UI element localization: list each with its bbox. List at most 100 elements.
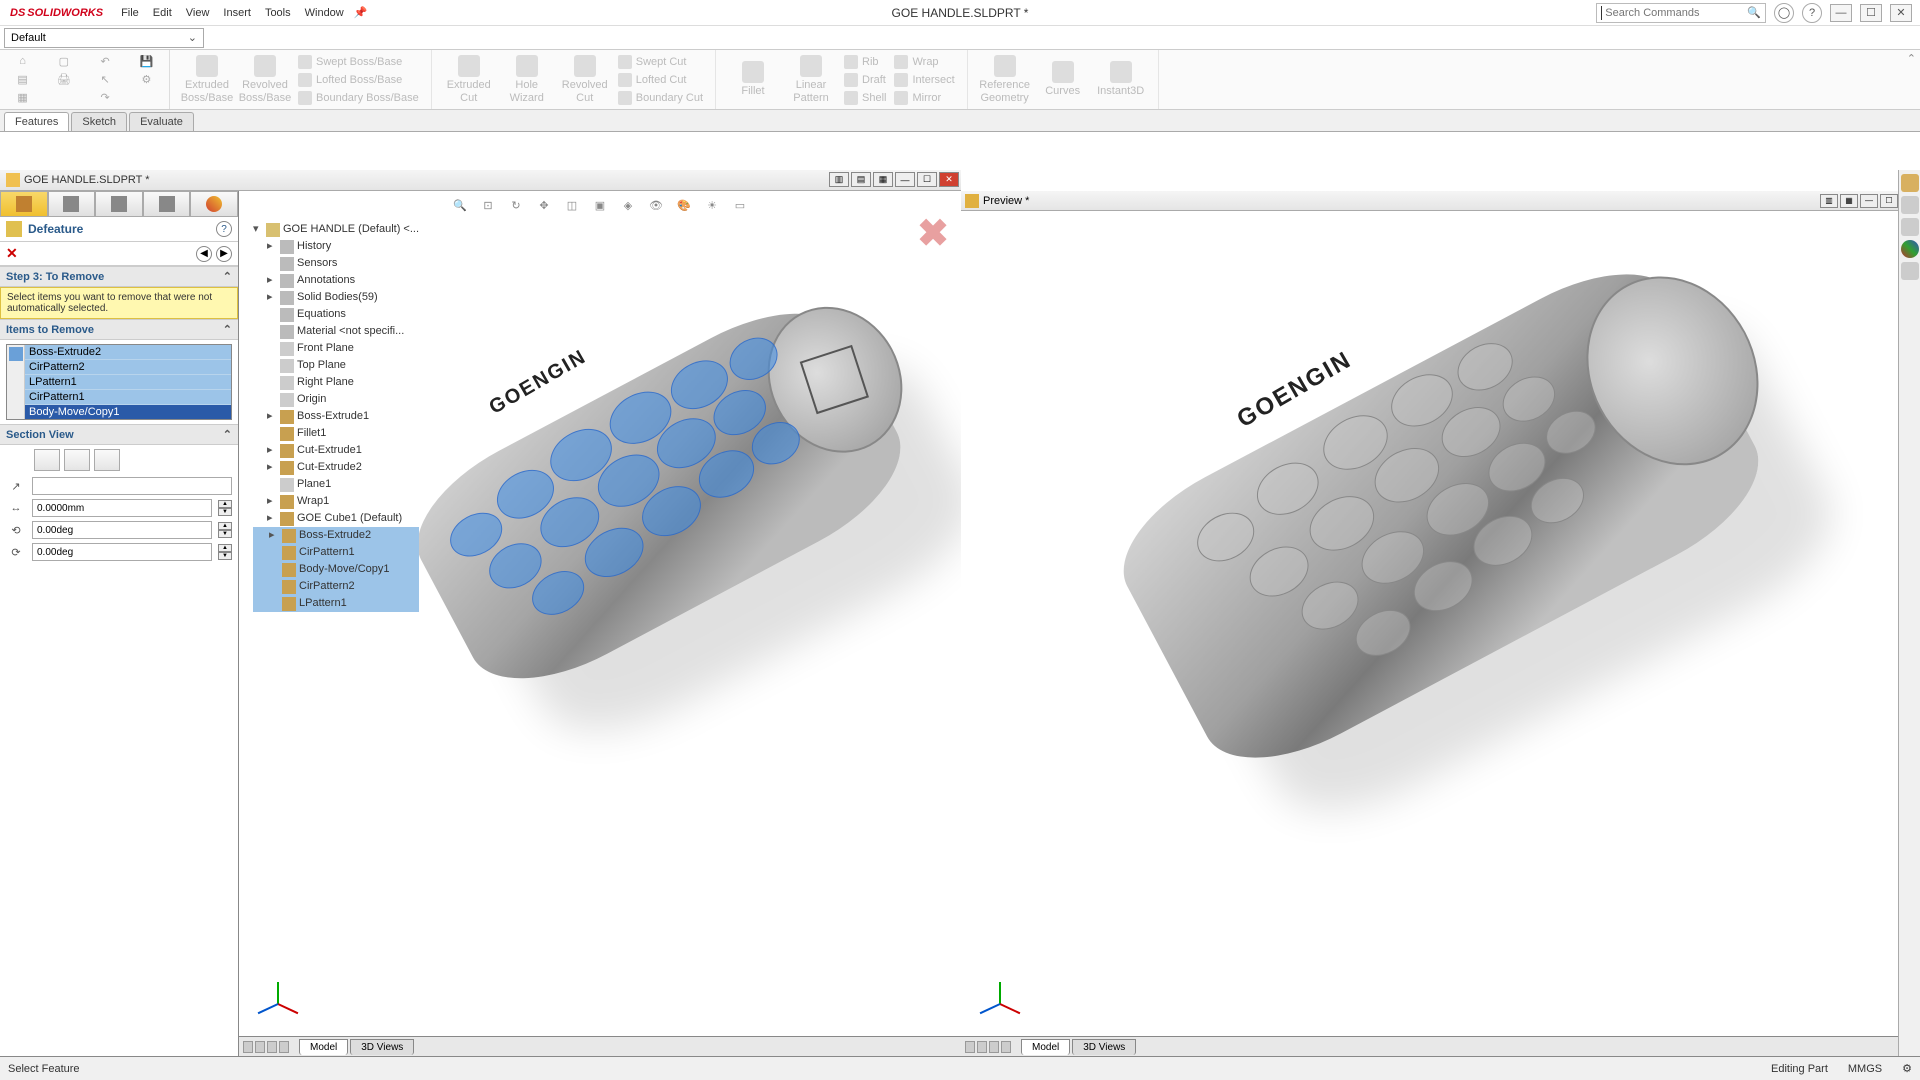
btab-model[interactable]: Model (299, 1039, 348, 1055)
expand-icon[interactable]: ▸ (267, 238, 277, 255)
ribbon-collapse-icon[interactable]: ⌃ (1907, 52, 1916, 65)
tree-item[interactable]: CirPattern2 (299, 578, 355, 595)
menu-edit[interactable]: Edit (153, 7, 172, 19)
zoom-area-icon[interactable]: ⊡ (477, 195, 499, 215)
document-tab-name[interactable]: GOE HANDLE.SLDPRT * (24, 174, 150, 186)
search-commands-box[interactable]: 🔍 (1596, 3, 1766, 23)
doc-close-icon[interactable]: ✕ (939, 172, 959, 187)
tree-item[interactable]: Boss-Extrude2 (299, 527, 371, 544)
expand-icon[interactable]: ▸ (267, 510, 277, 527)
appearance-icon[interactable]: 🎨 (673, 195, 695, 215)
tree-item[interactable]: CirPattern1 (299, 544, 355, 561)
qa-redo-icon[interactable]: ↷ (86, 90, 125, 106)
tree-item[interactable]: Material <not specifi... (297, 323, 404, 340)
wrap-button[interactable]: Wrap (890, 54, 958, 70)
shell-button[interactable]: Shell (840, 90, 890, 106)
tree-item[interactable]: Boss-Extrude1 (297, 408, 369, 425)
tree-item[interactable]: Body-Move/Copy1 (299, 561, 390, 578)
status-units[interactable]: MMGS (1848, 1063, 1882, 1075)
tree-item[interactable]: History (297, 238, 331, 255)
plane-select-icon[interactable]: ↗ (6, 477, 26, 495)
btab-3dviews[interactable]: 3D Views (1072, 1039, 1136, 1055)
qa-undo-icon[interactable]: ↶ (86, 53, 125, 69)
close-button[interactable]: ✕ (1890, 4, 1912, 22)
fillet-button[interactable]: Fillet (724, 61, 782, 97)
tree-item[interactable]: Sensors (297, 255, 337, 272)
items-to-remove-list[interactable]: Boss-Extrude2 CirPattern2 LPattern1 CirP… (6, 344, 232, 420)
preview-triad[interactable] (981, 966, 1021, 1006)
spin-up-icon[interactable]: ▲ (218, 522, 232, 530)
spin-down-icon[interactable]: ▼ (218, 530, 232, 538)
list-item[interactable]: CirPattern1 (25, 390, 231, 405)
expand-icon[interactable]: ▸ (267, 442, 277, 459)
menu-tools[interactable]: Tools (265, 7, 291, 19)
pm-items-header[interactable]: Items to Remove ⌃ (0, 319, 238, 340)
view-orient-icon[interactable]: ◈ (617, 195, 639, 215)
fm-tab-dim[interactable] (143, 191, 191, 216)
extruded-cut-button[interactable]: Extruded Cut (440, 55, 498, 103)
display-style-icon[interactable]: ▣ (589, 195, 611, 215)
list-item[interactable]: LPattern1 (25, 375, 231, 390)
tree-item[interactable]: Annotations (297, 272, 355, 289)
tree-item[interactable]: Right Plane (297, 374, 354, 391)
task-home-icon[interactable] (1901, 174, 1919, 192)
preview-cylinder-body[interactable] (1099, 242, 1783, 789)
intersect-button[interactable]: Intersect (890, 72, 958, 88)
menu-window[interactable]: Window (305, 7, 344, 19)
menu-view[interactable]: View (186, 7, 210, 19)
status-gear-icon[interactable]: ⚙ (1902, 1062, 1912, 1075)
maximize-button[interactable]: ☐ (1860, 4, 1882, 22)
preview-max-icon[interactable]: ☐ (1880, 194, 1898, 208)
pm-cancel-icon[interactable]: ✕ (6, 245, 18, 262)
expand-icon[interactable]: ▸ (269, 527, 279, 544)
spin-up-icon[interactable]: ▲ (218, 544, 232, 552)
view-triad[interactable] (259, 966, 299, 1006)
expand-icon[interactable]: ▾ (253, 221, 263, 238)
tab-features[interactable]: Features (4, 112, 69, 131)
tree-item[interactable]: Origin (297, 391, 326, 408)
hole-wizard-button[interactable]: Hole Wizard (498, 55, 556, 103)
user-icon[interactable]: ◯ (1774, 3, 1794, 23)
lofted-cut-button[interactable]: Lofted Cut (614, 72, 707, 88)
boundary-cut-button[interactable]: Boundary Cut (614, 90, 707, 106)
swept-boss-button[interactable]: Swept Boss/Base (294, 54, 423, 70)
scene-icon[interactable]: ☀ (701, 195, 723, 215)
pm-help-icon[interactable]: ? (216, 221, 232, 237)
main-viewport[interactable]: 🔍 ⊡ ↻ ✥ ◫ ▣ ◈ 👁 🎨 ☀ ▭ ✖ ▾GOE HANDLE (Def… (239, 191, 961, 1036)
boundary-boss-button[interactable]: Boundary Boss/Base (294, 90, 423, 106)
search-icon[interactable]: 🔍 (1747, 6, 1761, 19)
pan-icon[interactable]: ✥ (533, 195, 555, 215)
expand-icon[interactable]: ▸ (267, 459, 277, 476)
minimize-button[interactable]: — (1830, 4, 1852, 22)
task-custom-icon[interactable] (1901, 262, 1919, 280)
section-right-icon[interactable] (94, 449, 120, 471)
menu-insert[interactable]: Insert (223, 7, 251, 19)
preview-split2-icon[interactable]: ▦ (1840, 194, 1858, 208)
tree-item[interactable]: Solid Bodies(59) (297, 289, 378, 306)
qa-save-icon[interactable]: 💾 (127, 53, 166, 69)
doc-maximize-icon[interactable]: ☐ (917, 172, 937, 187)
spin-up-icon[interactable]: ▲ (218, 500, 232, 508)
task-props-icon[interactable] (1901, 218, 1919, 236)
list-item[interactable]: CirPattern2 (25, 360, 231, 375)
mirror-button[interactable]: Mirror (890, 90, 958, 106)
expand-icon[interactable]: ▸ (267, 493, 277, 510)
doc-split-grid-icon[interactable]: ▦ (873, 172, 893, 187)
qa-new-icon[interactable]: ▢ (44, 53, 83, 69)
pin-icon[interactable]: 📌 (354, 6, 368, 19)
section-top-icon[interactable] (64, 449, 90, 471)
task-lib-icon[interactable] (1901, 196, 1919, 214)
help-icon[interactable]: ? (1802, 3, 1822, 23)
menu-file[interactable]: File (121, 7, 139, 19)
angle1-input[interactable] (32, 521, 212, 539)
pm-step-header[interactable]: Step 3: To Remove ⌃ (0, 266, 238, 287)
spin-down-icon[interactable]: ▼ (218, 552, 232, 560)
qa-select-icon[interactable]: ↖ (86, 71, 125, 87)
tree-item[interactable]: Cut-Extrude2 (297, 459, 362, 476)
search-input[interactable] (1605, 7, 1747, 19)
doc-split-h-icon[interactable]: ▥ (829, 172, 849, 187)
curves-button[interactable]: Curves (1034, 61, 1092, 97)
instant3d-button[interactable]: Instant3D (1092, 61, 1150, 97)
revolved-boss-button[interactable]: Revolved Boss/Base (236, 55, 294, 103)
ref-geometry-button[interactable]: Reference Geometry (976, 55, 1034, 103)
